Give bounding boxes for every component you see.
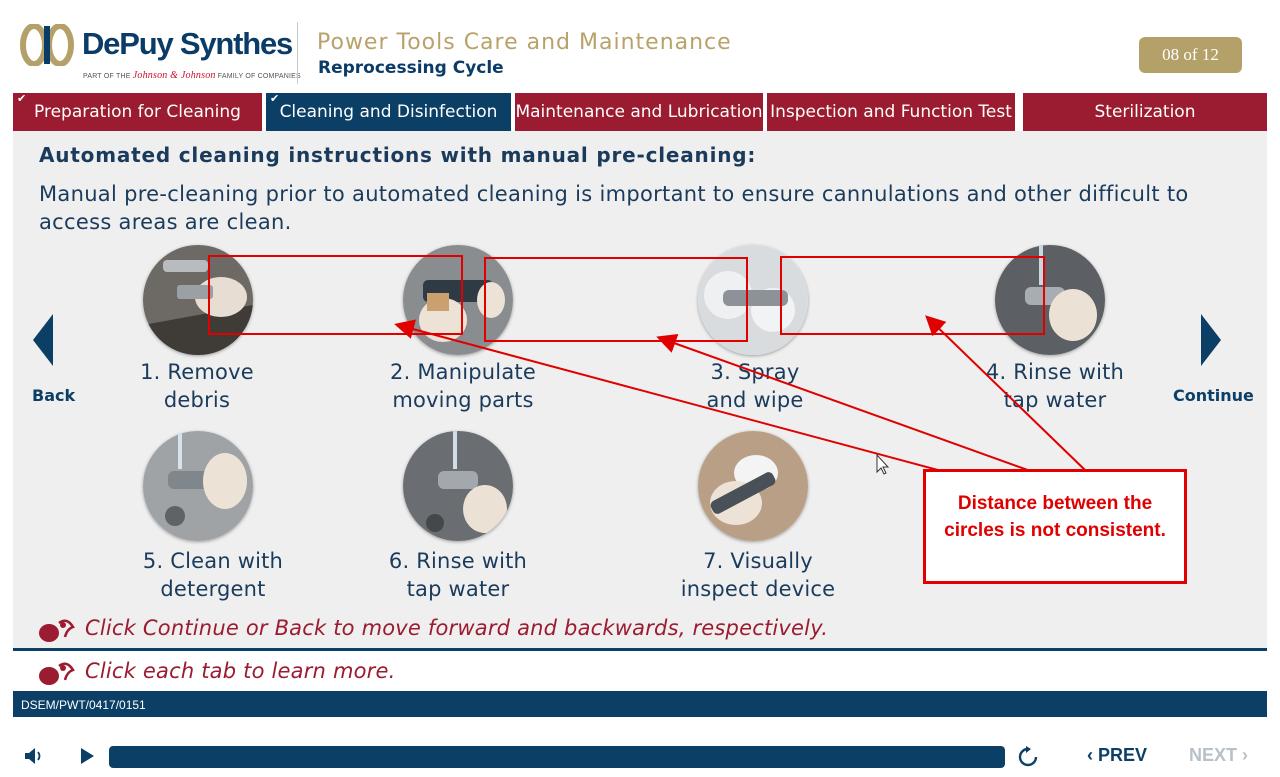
step-label-line: 2. Manipulate: [390, 360, 536, 384]
annotation-note: Distance between the circles is not cons…: [923, 469, 1187, 584]
step-label-line: 5. Clean with: [142, 549, 284, 573]
course-subtitle: Reprocessing Cycle: [318, 58, 504, 78]
step-label-line: 7. Visually: [703, 549, 813, 573]
prev-label: PREV: [1098, 745, 1148, 765]
progress-bar-fill: [109, 746, 1005, 768]
tab-label: Cleaning and Disinfection: [279, 102, 498, 122]
tab-sterilization[interactable]: Sterilization: [1023, 93, 1267, 131]
course-slide: DePuy Synthes PART OF THE Johnson & John…: [0, 0, 1280, 777]
continue-button[interactable]: Continue: [1173, 386, 1254, 405]
step-label-line: tap water: [406, 577, 510, 601]
back-arrow-icon[interactable]: [33, 314, 55, 366]
header-divider: [297, 22, 298, 84]
step-2-label: 2. Manipulate moving parts: [363, 358, 563, 414]
tab-label: Sterilization: [1094, 102, 1196, 122]
step-label-line: and wipe: [706, 388, 804, 412]
page-indicator: 08 of 12: [1139, 37, 1242, 73]
hint-continue-back: Click Continue or Back to move forward a…: [85, 616, 829, 640]
continue-arrow-icon[interactable]: [1199, 314, 1221, 366]
content-heading: Automated cleaning instructions with man…: [39, 143, 757, 167]
content-body: Manual pre-cleaning prior to automated c…: [39, 182, 1189, 234]
step-7-label: 7. Visually inspect device: [658, 547, 858, 603]
step-2-photo: [403, 245, 513, 355]
annotation-note-text: Distance between the circles is not cons…: [944, 493, 1166, 541]
step-label-line: tap water: [1003, 388, 1107, 412]
step-label-line: moving parts: [392, 388, 534, 412]
step-label-line: 1. Remove: [140, 360, 254, 384]
document-code-bar: DSEM/PWT/0417/0151: [13, 691, 1267, 717]
mouse-click-icon: [39, 619, 75, 642]
step-5-label: 5. Clean with detergent: [113, 547, 313, 603]
brand-tagline-jj: Johnson & Johnson: [132, 70, 216, 81]
brand-tagline-prefix: PART OF THE: [83, 73, 131, 80]
step-label-line: detergent: [160, 577, 266, 601]
step-6-photo: [403, 431, 513, 541]
step-label-line: 3. Spray: [710, 360, 800, 384]
step-label-line: 6. Rinse with: [388, 549, 528, 573]
tab-label: Preparation for Cleaning: [34, 102, 241, 122]
step-6-label: 6. Rinse with tap water: [358, 547, 558, 603]
content-separator: [13, 648, 1267, 651]
step-3-photo: [698, 245, 808, 355]
step-3-label: 3. Spray and wipe: [655, 358, 855, 414]
tab-cleaning-and-disinfection[interactable]: ✔ Cleaning and Disinfection: [266, 92, 511, 131]
prev-button[interactable]: ‹ PREV: [1087, 745, 1147, 766]
volume-icon[interactable]: [24, 747, 44, 765]
chevron-right-icon: ›: [1242, 745, 1249, 765]
logo-mark-icon: [20, 24, 74, 66]
brand-tagline: PART OF THE Johnson & Johnson FAMILY OF …: [83, 70, 301, 81]
checkmark-icon: ✔: [270, 92, 280, 105]
step-5-photo: [143, 431, 253, 541]
checkmark-icon: ✔: [17, 92, 27, 105]
replay-icon[interactable]: [1017, 746, 1039, 768]
player-controls: ‹ PREV NEXT ›: [0, 735, 1280, 777]
tab-label: Maintenance and Lubrication: [515, 102, 763, 122]
play-icon[interactable]: [80, 748, 94, 764]
step-4-label: 4. Rinse with tap water: [955, 358, 1155, 414]
progress-bar[interactable]: [109, 746, 1005, 768]
chevron-left-icon: ‹: [1087, 745, 1093, 765]
document-code: DSEM/PWT/0417/0151: [21, 698, 146, 712]
tab-label: Inspection and Function Test: [770, 102, 1012, 122]
tab-preparation-for-cleaning[interactable]: ✔ Preparation for Cleaning: [13, 92, 262, 131]
mouse-click-icon: [39, 662, 75, 685]
next-button: NEXT ›: [1189, 745, 1248, 766]
depuy-synthes-logo: DePuy Synthes PART OF THE Johnson & John…: [20, 22, 301, 84]
section-tabs: ✔ Preparation for Cleaning ✔ Cleaning an…: [13, 92, 1267, 131]
next-label: NEXT: [1189, 745, 1238, 765]
step-1-label: 1. Remove debris: [97, 358, 297, 414]
brand-name: DePuy Synthes: [82, 26, 293, 61]
tab-inspection-and-function-test[interactable]: Inspection and Function Test: [767, 93, 1015, 131]
step-label-line: inspect device: [680, 577, 836, 601]
brand-tagline-suffix: FAMILY OF COMPANIES: [217, 73, 301, 80]
step-4-photo: [995, 245, 1105, 355]
step-label-line: debris: [163, 388, 231, 412]
hint-tabs: Click each tab to learn more.: [85, 659, 396, 683]
step-label-line: 4. Rinse with: [985, 360, 1125, 384]
tab-maintenance-and-lubrication[interactable]: Maintenance and Lubrication: [515, 93, 763, 131]
step-7-photo: [698, 431, 808, 541]
course-title: Power Tools Care and Maintenance: [317, 30, 732, 55]
back-button[interactable]: Back: [32, 386, 75, 405]
step-1-photo: [143, 245, 253, 355]
